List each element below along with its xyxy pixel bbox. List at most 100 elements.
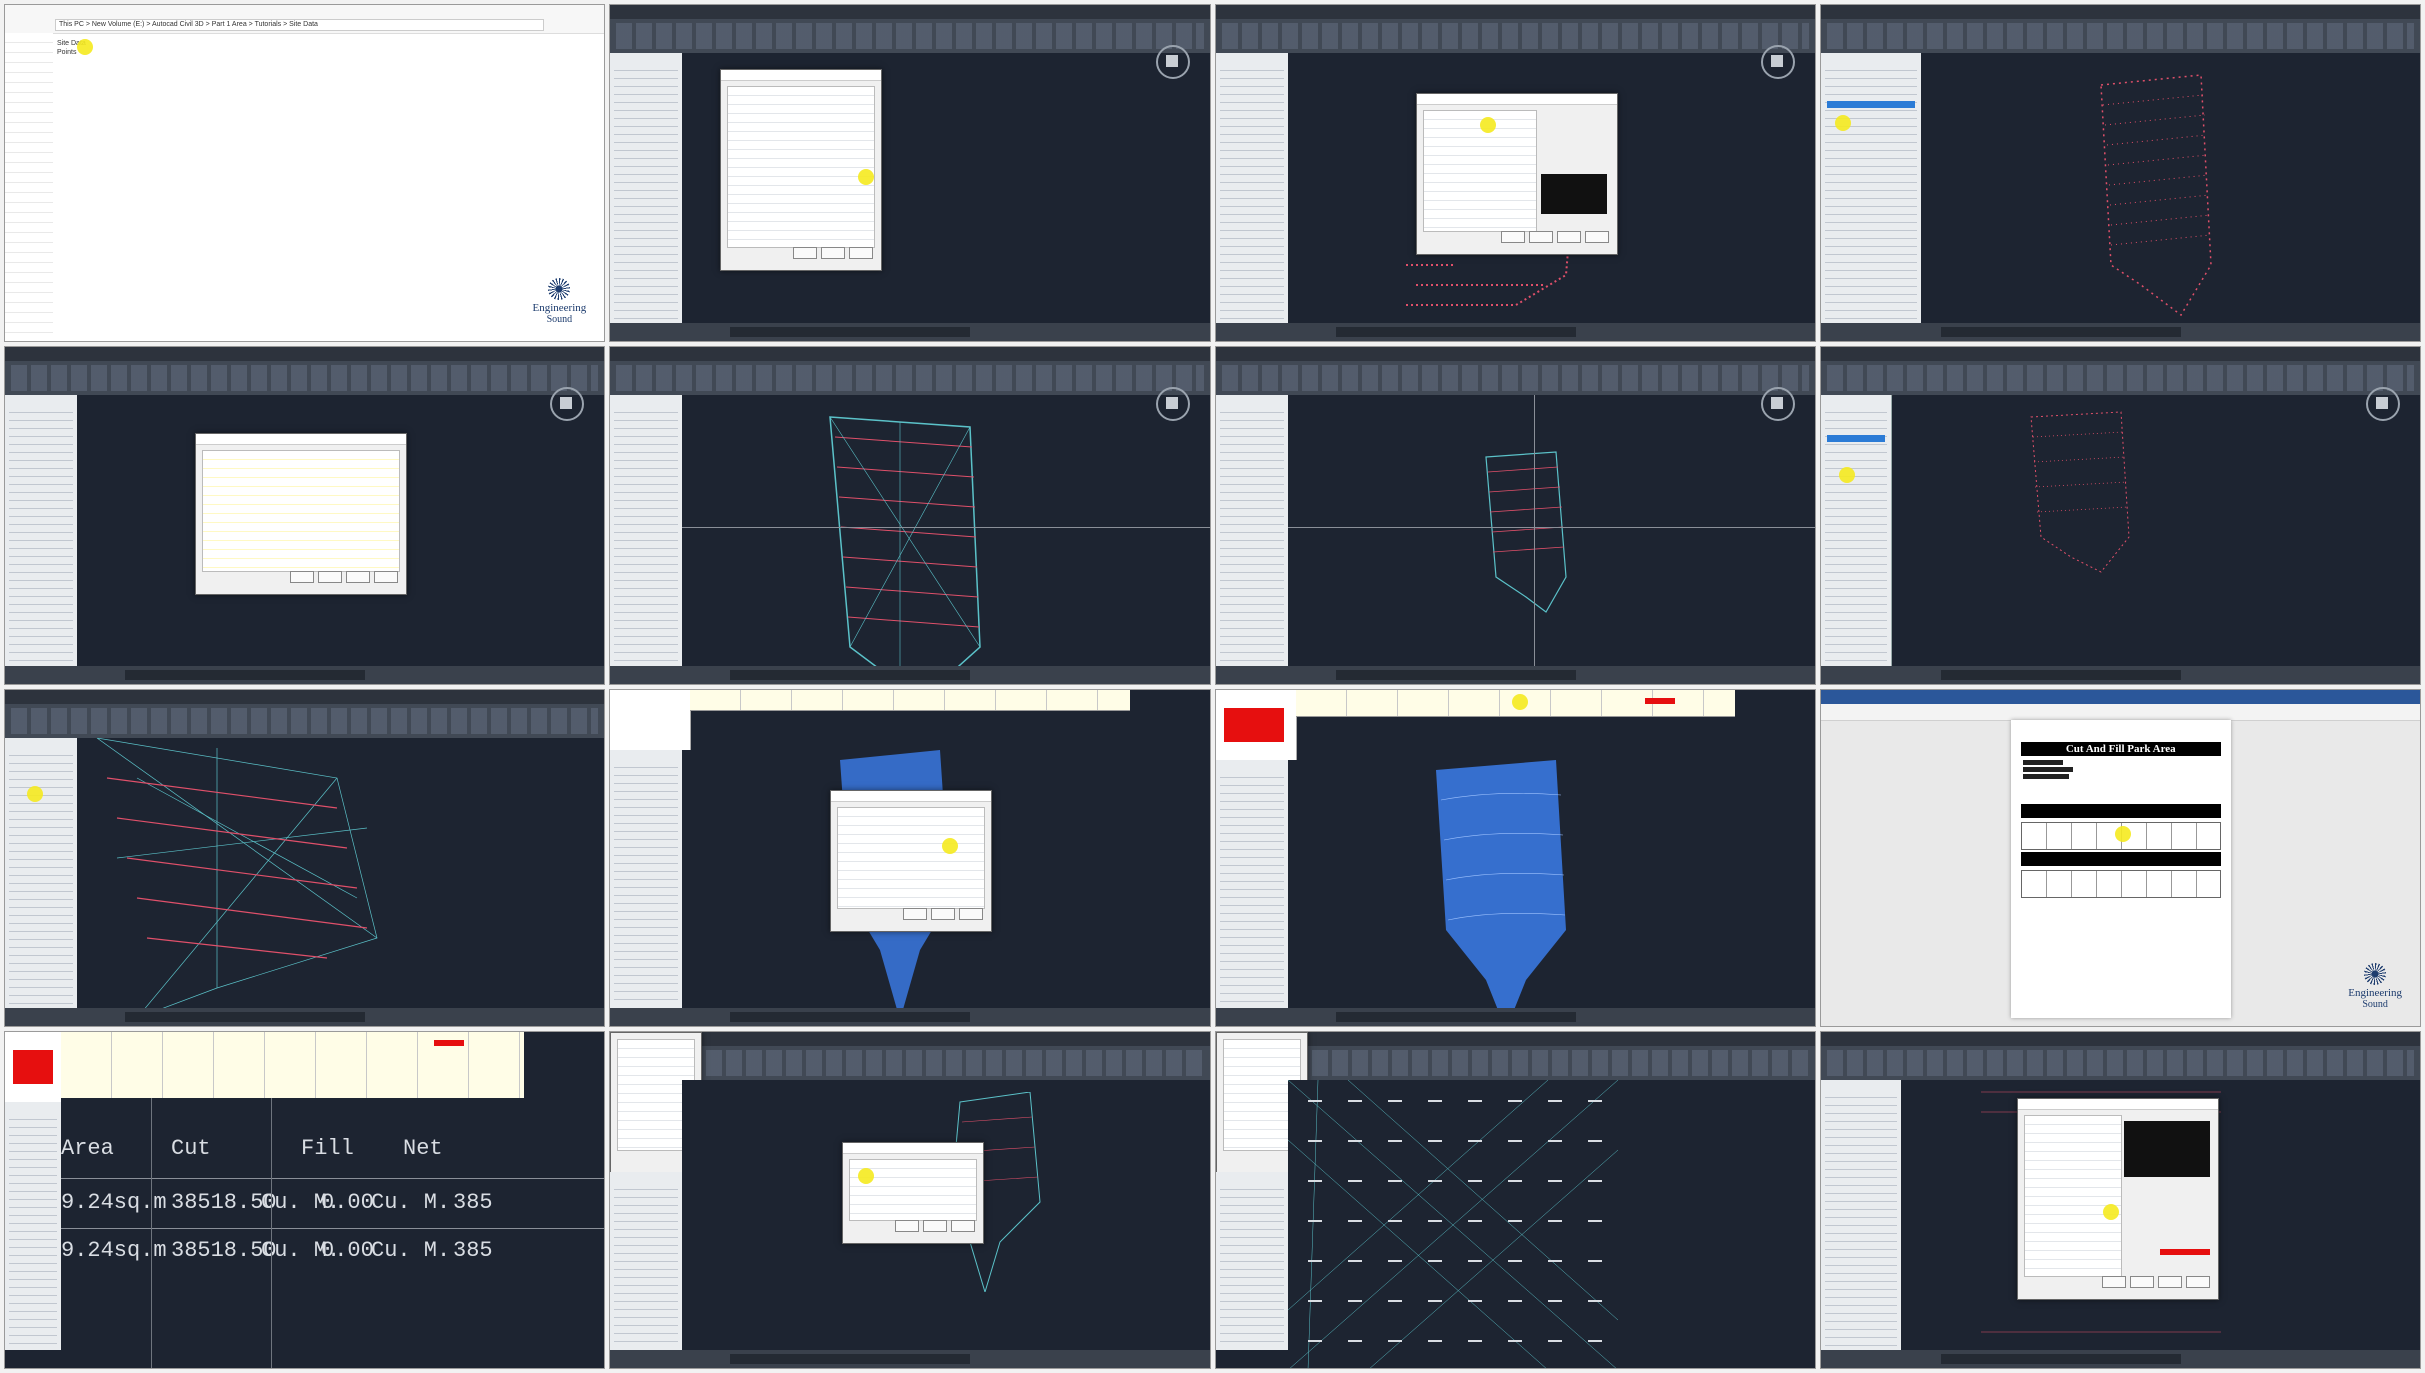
surface-style-dialog[interactable] — [2016, 1097, 2219, 1300]
tutorial-screenshot-grid: This PC > New Volume (E:) > Autocad Civi… — [0, 0, 2425, 1373]
panorama-table[interactable] — [690, 689, 1130, 711]
tile-create-volume-surface — [609, 688, 1211, 1027]
toolspace-panel[interactable] — [1215, 759, 1289, 1008]
cursor-highlight — [1838, 467, 1855, 484]
ribbon[interactable] — [700, 1031, 1210, 1081]
toolspace-panel[interactable] — [610, 53, 684, 324]
ribbon[interactable] — [1215, 347, 1815, 397]
status-bar[interactable] — [5, 665, 605, 684]
import-points-dialog[interactable] — [720, 69, 883, 271]
select-surface-dialog[interactable] — [842, 1141, 985, 1244]
tile-toolspace-expanded — [1819, 346, 2421, 685]
ribbon[interactable] — [1820, 347, 2420, 397]
viewcube-icon[interactable] — [1760, 45, 1795, 79]
report-section-bar — [2020, 851, 2221, 866]
dialog-body[interactable] — [727, 86, 876, 248]
toolspace-panel[interactable] — [5, 395, 78, 666]
ribbon[interactable] — [610, 347, 1210, 397]
toolspace-panel[interactable] — [1820, 395, 1892, 666]
dialog-buttons[interactable] — [891, 1219, 976, 1237]
status-bar[interactable] — [1820, 323, 2420, 342]
ribbon[interactable] — [1820, 1031, 2420, 1081]
toolspace-panel[interactable] — [1820, 1079, 1902, 1350]
toolspace-panel[interactable] — [1820, 53, 1922, 324]
drawing-area[interactable] — [1892, 395, 2420, 666]
toolspace-panel[interactable] — [1215, 53, 1289, 324]
panorama-table[interactable] — [61, 1031, 525, 1099]
viewcube-icon[interactable] — [2366, 387, 2400, 422]
table-col-line — [151, 1097, 152, 1368]
status-bar[interactable] — [5, 1007, 605, 1026]
status-bar[interactable] — [1820, 1350, 2420, 1368]
toolspace-panel[interactable] — [610, 749, 684, 1008]
crosshair-h — [1287, 527, 1815, 529]
create-surface-dialog[interactable] — [830, 789, 993, 932]
ribbon[interactable] — [1820, 5, 2420, 54]
header-fill: Fill — [301, 1135, 354, 1161]
word-ribbon[interactable] — [1820, 703, 2420, 721]
dialog-buttons[interactable] — [789, 246, 874, 264]
table-divider — [61, 1227, 605, 1229]
logo-text-line2: Sound — [2362, 998, 2388, 1010]
red-swatch — [1223, 707, 1284, 742]
status-bar[interactable] — [1215, 1007, 1815, 1026]
ribbon[interactable] — [5, 347, 605, 397]
status-bar[interactable] — [1820, 665, 2420, 684]
status-bar[interactable] — [1215, 323, 1815, 342]
status-bar[interactable] — [610, 665, 1210, 684]
tile-volume-panorama — [1214, 688, 1816, 1027]
tile-surface-style — [1819, 1030, 2421, 1369]
tile-elevation-grid — [1214, 1030, 1816, 1369]
dialog-body[interactable] — [202, 450, 400, 573]
header-net: Net — [403, 1135, 443, 1161]
dialog-buttons[interactable] — [2098, 1275, 2210, 1293]
dialog-body[interactable] — [837, 806, 986, 909]
properties-panel[interactable] — [610, 689, 692, 750]
dialog-body[interactable] — [1422, 110, 1537, 232]
word-titlebar[interactable] — [1820, 689, 2420, 704]
toolspace-panel[interactable] — [610, 395, 684, 666]
surface-properties-dialog[interactable] — [195, 433, 407, 596]
viewcube-icon[interactable] — [1155, 45, 1190, 79]
logo-mark-icon — [548, 278, 571, 301]
file-item[interactable]: Points — [57, 48, 594, 57]
status-bar[interactable] — [610, 323, 1210, 342]
dialog-buttons[interactable] — [899, 907, 984, 925]
dialog-buttons[interactable] — [1497, 230, 1609, 248]
cell-net: 385 — [453, 1189, 493, 1215]
red-cell — [1644, 697, 1675, 704]
report-page: Cut And Fill Park Area — [2010, 719, 2231, 1018]
dialog-buttons[interactable] — [286, 570, 398, 588]
toolspace-panel[interactable] — [5, 1101, 62, 1350]
status-bar[interactable] — [610, 1350, 1210, 1368]
viewcube-icon[interactable] — [1760, 387, 1795, 422]
tile-import-points — [609, 4, 1211, 343]
explorer-address-bar[interactable]: This PC > New Volume (E:) > Autocad Civi… — [55, 19, 545, 31]
viewcube-icon[interactable] — [1155, 387, 1190, 422]
status-bar[interactable] — [1215, 665, 1815, 684]
ribbon[interactable] — [1305, 1031, 1815, 1081]
logo-mark-icon — [2364, 962, 2387, 985]
surface-tin — [829, 416, 982, 684]
point-style-dialog[interactable] — [1415, 93, 1618, 255]
toolspace-panel[interactable] — [1215, 395, 1289, 666]
ribbon[interactable] — [5, 689, 605, 739]
toolspace-panel[interactable] — [5, 737, 78, 1008]
status-bar[interactable] — [610, 1007, 1210, 1026]
red-cell — [434, 1039, 465, 1046]
file-item[interactable]: Site Data — [57, 39, 594, 48]
cell-fill: 0.00 — [321, 1189, 374, 1215]
color-swatch[interactable] — [2159, 1248, 2210, 1255]
toolspace-panel[interactable] — [610, 1171, 684, 1350]
engineering-sound-logo: Engineering Sound — [532, 278, 586, 325]
toolspace-panel[interactable] — [1215, 1171, 1289, 1350]
dialog-body[interactable] — [2023, 1114, 2122, 1277]
ribbon[interactable] — [610, 5, 1210, 54]
properties-panel[interactable] — [5, 1031, 62, 1102]
engineering-sound-logo: Engineering Sound — [2348, 962, 2402, 1010]
tile-select-surface — [609, 1030, 1211, 1369]
blue-volume-surface — [1435, 759, 1566, 1026]
properties-panel[interactable] — [1215, 689, 1297, 760]
ribbon[interactable] — [1215, 5, 1815, 54]
explorer-nav-pane[interactable] — [5, 33, 53, 342]
